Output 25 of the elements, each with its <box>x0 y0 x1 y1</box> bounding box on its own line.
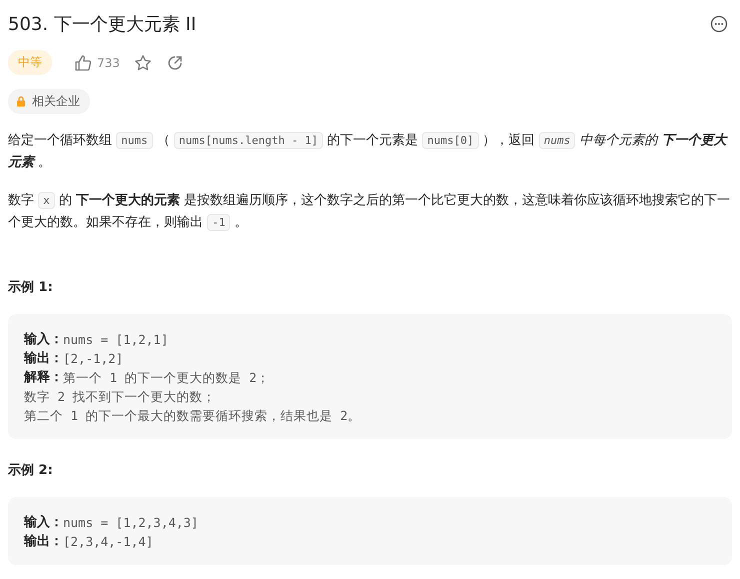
example-value: nums = [1,2,3,4,3] <box>63 514 198 532</box>
example-value: 第二个 1 的下一个最大的数需要循环搜索，结果也是 2。 <box>24 407 361 425</box>
thumbs-up-icon <box>74 54 92 72</box>
example-label: 输入： <box>24 330 63 349</box>
company-tag[interactable]: 相关企业 <box>8 89 90 114</box>
example-label: 输出： <box>24 533 63 551</box>
example-heading: 示例 2: <box>8 462 54 479</box>
example-label: 输出： <box>24 350 63 368</box>
example-label: 输入： <box>24 514 63 532</box>
problem-title: 503. 下一个更大元素 II <box>8 13 196 36</box>
example-value: [2,-1,2] <box>63 350 124 368</box>
description-paragraph: 数字 x 的 下一个更大的元素 是按数组遍历顺序，这个数字之后的第一个比它更大的数，这意味着你应该循环地搜索它的下一个更大的数。如果不存在，则输出 -1 。 <box>8 191 732 233</box>
example-value: 第一个 1 的下一个更大的数是 2； <box>63 369 270 387</box>
share-icon[interactable] <box>166 54 184 72</box>
star-icon[interactable] <box>134 54 152 72</box>
difficulty-badge: 中等 <box>8 50 52 75</box>
example-value: [2,3,4,-1,4] <box>63 533 154 551</box>
example-value: 数字 2 找不到下一个更大的数； <box>24 388 216 406</box>
example-label: 解释： <box>24 369 63 387</box>
lock-icon <box>16 96 26 107</box>
example-heading: 示例 1: <box>8 279 54 296</box>
description-paragraph: 给定一个循环数组 nums （ nums[nums.length - 1] 的下一个元素是 nums[0] ），返回 nums 中每个元素的 下一个更大元素 。 <box>8 131 729 172</box>
like-button[interactable]: 733 <box>74 54 120 72</box>
more-icon[interactable] <box>710 15 728 33</box>
example-value: nums = [1,2,1] <box>63 331 168 349</box>
